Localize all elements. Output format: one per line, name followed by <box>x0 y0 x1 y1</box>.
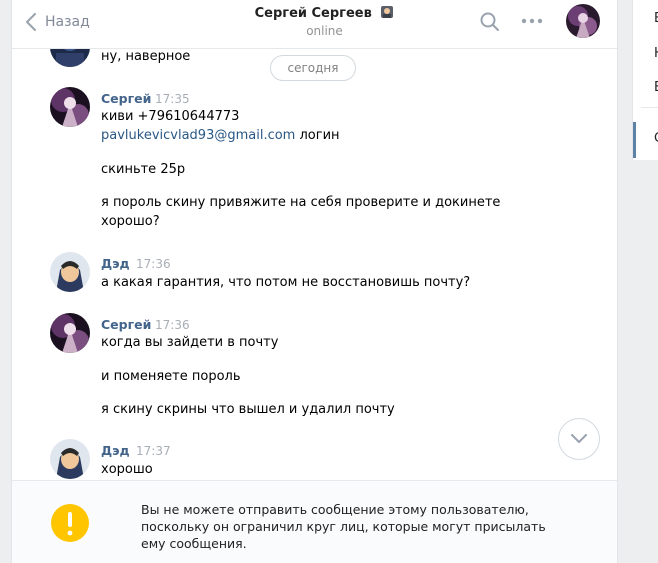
message-text: скиньте 25р <box>101 162 186 177</box>
avatar[interactable] <box>50 439 90 479</box>
notice-text: Вы не можете отправить сообщение этому п… <box>141 502 546 551</box>
sidebar-item[interactable]: С <box>654 131 658 146</box>
back-label: Назад <box>45 14 90 30</box>
message-text: pavlukevicvlad93@gmail.com логин <box>101 128 340 143</box>
chevron-down-icon <box>571 434 587 443</box>
message-list[interactable]: ну, наверное сегодня Сергей 17:35 киви +… <box>12 48 617 480</box>
message-text: ну, наверное <box>101 49 191 64</box>
exclamation-icon <box>51 504 89 542</box>
avatar[interactable] <box>50 313 90 353</box>
avatar[interactable] <box>566 4 600 38</box>
message-text: а какая гарантия, что потом не восстанов… <box>101 275 471 290</box>
chat-window: Назад Сергей Сергеев online ну, наверное… <box>11 0 618 563</box>
divider <box>641 107 658 108</box>
avatar[interactable] <box>50 87 90 127</box>
chat-title-block[interactable]: Сергей Сергеев online <box>212 5 437 38</box>
online-status: online <box>306 24 343 38</box>
avatar[interactable] <box>50 48 90 67</box>
message-time[interactable]: 17:36 <box>136 257 171 271</box>
chat-header: Назад Сергей Сергеев online <box>12 0 617 49</box>
more-icon[interactable] <box>521 17 543 25</box>
message-text: хорошо <box>101 462 153 477</box>
active-indicator <box>633 122 636 158</box>
message-time[interactable]: 17:35 <box>155 92 190 106</box>
search-icon[interactable] <box>480 12 500 32</box>
message-text: я скину скрины что вышел и удалил почту <box>101 402 395 417</box>
avatar[interactable] <box>50 252 90 292</box>
message-author[interactable]: Дэд <box>101 256 130 271</box>
chevron-left-icon <box>26 13 36 31</box>
back-button[interactable]: Назад <box>26 11 90 33</box>
message-text-suffix: логин <box>295 128 340 143</box>
message-time[interactable]: 17:36 <box>155 318 190 332</box>
sidebar-item[interactable]: Н <box>654 46 658 61</box>
message-time[interactable]: 17:37 <box>136 444 171 458</box>
chat-title: Сергей Сергеев <box>212 5 437 21</box>
message-author[interactable]: Сергей <box>101 91 151 106</box>
message-text: я пороль скину привяжите на себя провери… <box>101 195 501 210</box>
emoji-icon <box>381 6 394 18</box>
message-text: и поменяете пороль <box>101 369 241 384</box>
chat-title-text: Сергей Сергеев <box>254 6 372 21</box>
sidebar-item[interactable]: В <box>654 80 658 95</box>
message-author[interactable]: Дэд <box>101 443 130 458</box>
email-link[interactable]: pavlukevicvlad93@gmail.com <box>101 128 295 143</box>
date-divider: сегодня <box>270 55 356 81</box>
sidebar-item[interactable]: В <box>654 11 658 26</box>
message-text: хорошо? <box>101 214 160 229</box>
message-author[interactable]: Сергей <box>101 317 151 332</box>
message-text: когда вы зайдети в почту <box>101 335 279 350</box>
right-sidebar: В Н В С <box>632 0 658 160</box>
message-text: киви +79610644773 <box>101 109 240 124</box>
blocked-notice: Вы не можете отправить сообщение этому п… <box>12 480 617 563</box>
scroll-down-button[interactable] <box>558 418 600 460</box>
